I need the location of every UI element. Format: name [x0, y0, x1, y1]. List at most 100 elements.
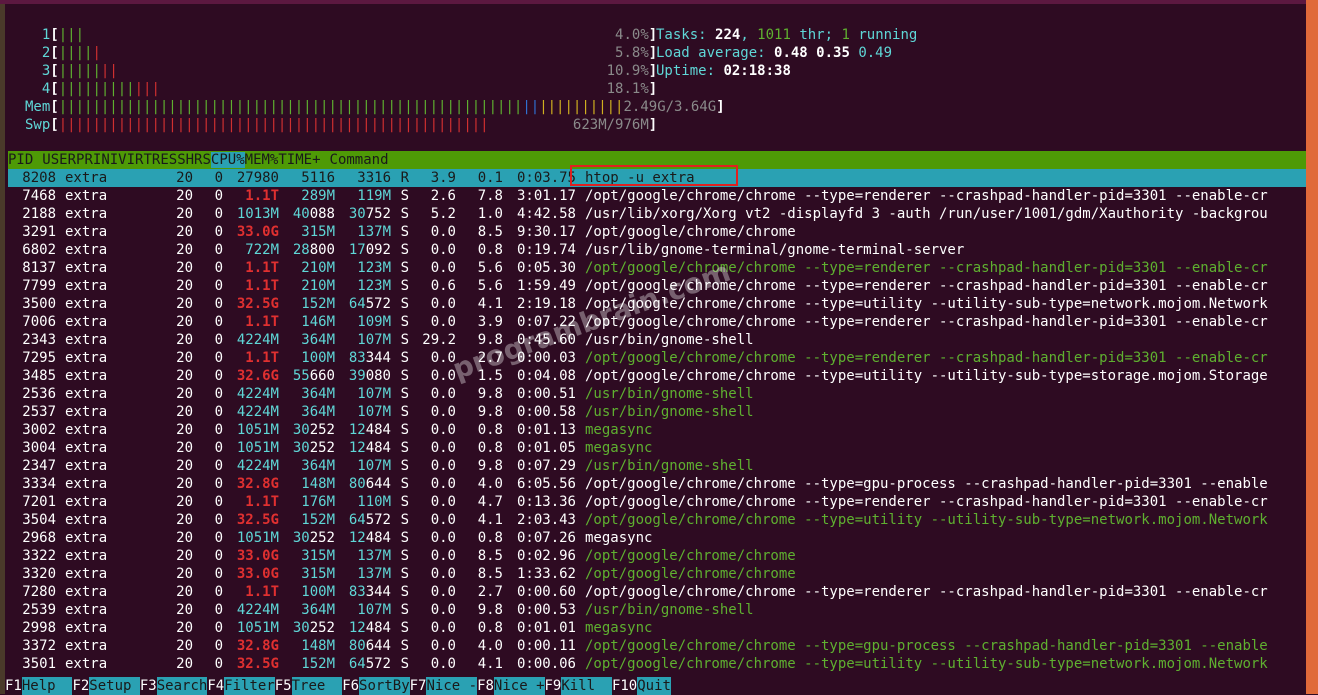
cell-pid: 2347: [22, 458, 56, 474]
mem-meter-value: 2.49G/3.64G: [623, 99, 717, 115]
table-row[interactable]: 7295 extra 20 0 1.1T 100M 83344 S 0.0 2.7 0:00.03/…: [8, 349, 1306, 367]
fkey-f6[interactable]: F6: [342, 678, 360, 694]
table-row[interactable]: 3004 extra 20 0 1051M 30252 12484 S 0.0 0.8 0:01.0…: [8, 439, 1306, 457]
cell-mem: 4.7: [477, 494, 503, 510]
fkey-f10[interactable]: F10: [611, 678, 638, 694]
table-row[interactable]: 2347 extra 20 0 4224M 364M 107M S 0.0 9.8 0:07.29 /…: [8, 457, 1306, 475]
cell-shr: 137M: [357, 566, 391, 582]
fkey-label-f5[interactable]: Tree: [291, 677, 343, 695]
table-row[interactable]: 2998 extra 20 0 1051M 30252 12484 S 0.0 0.8 0:01.0…: [8, 619, 1306, 637]
cell-pid: 3004: [22, 440, 56, 456]
tasks-count: 224: [715, 27, 741, 43]
column-header-s[interactable]: S: [202, 152, 210, 168]
table-row[interactable]: 8137 extra 20 0 1.1T 210M 123M S 0.0 5.6 0:05.30/o…: [8, 259, 1306, 277]
cell-cmd: /opt/google/chrome/chrome --type=rendere…: [585, 350, 1268, 366]
cell-cmd: megasync: [585, 530, 653, 546]
cell-ni: 0: [214, 566, 223, 582]
fkey-label-f8[interactable]: Nice +: [493, 677, 545, 695]
table-row[interactable]: 3002 extra 20 0 1051M 30252 12484 S 0.0 0.8 0:01.1…: [8, 421, 1306, 439]
table-row[interactable]: 7468 extra 20 0 1.1T 289M 119M S 2.6 7.8 3:01.17/o…: [8, 187, 1306, 205]
fkey-f9[interactable]: F9: [544, 678, 562, 694]
column-header-cpu[interactable]: CPU%: [210, 152, 245, 168]
fkey-label-f6[interactable]: SortBy: [359, 677, 410, 695]
column-header-res[interactable]: RES: [152, 152, 177, 168]
table-row[interactable]: 7006 extra 20 0 1.1T 146M 109M S 0.0 3.9 0:07.22/o…: [8, 313, 1306, 331]
table-row[interactable]: 3334 extra 20 0 32.8G 148M 80644 S 0.0 4.0 6:05.56…: [8, 475, 1306, 493]
cell-part: 252: [309, 422, 335, 438]
load-1min: 0.48: [774, 45, 808, 61]
column-header-shr[interactable]: SHR: [177, 152, 202, 168]
cell-shr: 123M: [357, 278, 391, 294]
fkey-f5[interactable]: F5: [274, 678, 292, 694]
table-row[interactable]: 3320 extra 20 0 33.0G 315M 137M S 0.0 8.5 1:33.62 /…: [8, 565, 1306, 583]
cell-shr: 64572: [335, 295, 391, 313]
threads-label: thr;: [790, 27, 842, 43]
fkey-f7[interactable]: F7: [409, 678, 427, 694]
cell-mem: 2.7: [477, 584, 503, 600]
cell-user: extra: [65, 206, 108, 222]
column-header-ni[interactable]: NI: [101, 152, 118, 168]
cell-time: 0:00.58: [516, 404, 576, 420]
cpu-meter-1-value: 4.0%: [615, 27, 649, 43]
table-row[interactable]: 2537 extra 20 0 4224M 364M 107M S 0.0 9.8 0:00.58 /…: [8, 403, 1306, 421]
column-header-time[interactable]: TIME+: [278, 152, 320, 168]
column-header-virt[interactable]: VIRT: [118, 152, 152, 168]
fkey-f4[interactable]: F4: [207, 678, 225, 694]
cell-user: extra: [65, 386, 108, 402]
cell-part: 64: [348, 296, 366, 312]
table-row[interactable]: 3372 extra 20 0 32.8G 148M 80644 S 0.0 4.0 0:00.11…: [8, 637, 1306, 655]
cell-user: extra: [65, 530, 108, 546]
table-row[interactable]: 3501 extra 20 0 32.5G 152M 64572 S 0.0 4.1 0:00.06…: [8, 655, 1306, 673]
cell-cpu: 0.0: [430, 656, 456, 672]
fkey-f3[interactable]: F3: [139, 678, 157, 694]
table-row[interactable]: 3485 extra 20 0 32.6G 55660 39080 S 0.0 1.5 0:04.0…: [8, 367, 1306, 385]
cell-st: S: [400, 620, 409, 636]
load-line: Load average: 0.48 0.35 0.49: [656, 44, 892, 62]
cell-st: S: [400, 188, 409, 204]
fkey-f2[interactable]: F2: [72, 678, 90, 694]
fkey-label-f1[interactable]: Help: [21, 677, 73, 695]
column-header-mem[interactable]: MEM%: [245, 152, 279, 168]
table-row[interactable]: 2536 extra 20 0 4224M 364M 107M S 0.0 9.8 0:00.51 /…: [8, 385, 1306, 403]
table-row[interactable]: 3322 extra 20 0 33.0G 315M 137M S 0.0 8.5 0:02.96 /…: [8, 547, 1306, 565]
cell-cpu: 29.2: [422, 332, 456, 348]
fkey-label-f10[interactable]: Quit: [637, 677, 671, 695]
cell-pri: 20: [176, 638, 193, 654]
cell-mem: 9.8: [477, 404, 503, 420]
table-row[interactable]: 7280 extra 20 0 1.1T 100M 83344 S 0.0 2.7 0:00.60/…: [8, 583, 1306, 601]
fkey-label-f9[interactable]: Kill: [561, 677, 612, 695]
cell-ni: 0: [214, 386, 223, 402]
cell-mem: 3.9: [477, 314, 503, 330]
cell-pid: 2968: [22, 530, 56, 546]
table-row[interactable]: 3291 extra 20 0 33.0G 315M 137M S 0.0 8.5 9:30.17 /…: [8, 223, 1306, 241]
table-row[interactable]: 2343 extra 20 0 4224M 364M 107M S 29.2 9.8 0:45.60…: [8, 331, 1306, 349]
table-row[interactable]: 7201 extra 20 0 1.1T 176M 110M S 0.0 4.7 0:13.36/o…: [8, 493, 1306, 511]
fkey-f1[interactable]: F1: [5, 678, 22, 694]
cell-cpu: 5.2: [430, 206, 456, 222]
cell-part: 55: [292, 368, 310, 384]
fkey-label-f2[interactable]: Setup: [89, 677, 140, 695]
cell-res: 152M: [301, 656, 335, 672]
fkey-f8[interactable]: F8: [477, 678, 494, 694]
fkey-label-f7[interactable]: Nice -: [426, 677, 478, 695]
cell-ni: 0: [214, 170, 223, 186]
cell-shr: 109M: [357, 314, 391, 330]
cell-part: 30: [292, 530, 310, 546]
meter-pad: [118, 63, 607, 79]
column-header-command[interactable]: Command: [321, 152, 389, 168]
column-header-user[interactable]: USER: [33, 152, 76, 168]
cell-part: 12: [348, 422, 366, 438]
column-header-pid[interactable]: PID: [8, 152, 33, 168]
cell-virt: 1.1T: [245, 314, 279, 330]
cell-virt: 1051M: [236, 422, 279, 438]
table-row[interactable]: 6802 extra 20 0 722M 28800 17092 S 0.0 0.8 0:19.74…: [8, 241, 1306, 259]
fkey-label-f4[interactable]: Filter: [224, 677, 275, 695]
table-row[interactable]: 3504 extra 20 0 32.5G 152M 64572 S 0.0 4.1 2:03.43…: [8, 511, 1306, 529]
table-row[interactable]: 2188 extra 20 0 1013M 40088 30752 S 5.2 1.0 4:42.5…: [8, 205, 1306, 223]
fkey-label-f3[interactable]: Search: [156, 677, 208, 695]
swap-meter: Swp[||||||||||||||||||||||||||||||||||||…: [25, 116, 657, 134]
column-header-pri[interactable]: PRI: [76, 152, 101, 168]
cpu-meter-4-label: 4: [25, 81, 51, 97]
table-row[interactable]: 2539 extra 20 0 4224M 364M 107M S 0.0 9.8 0:00.53 /…: [8, 601, 1306, 619]
table-row[interactable]: 2968 extra 20 0 1051M 30252 12484 S 0.0 0.8 0:07.2…: [8, 529, 1306, 547]
